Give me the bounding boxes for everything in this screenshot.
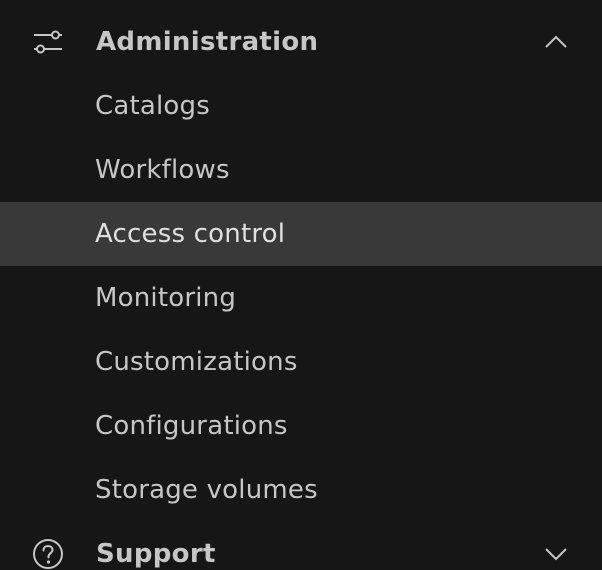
- chevron-up-icon: [544, 30, 568, 54]
- nav-item-customizations[interactable]: Customizations: [0, 330, 602, 394]
- settings-adjust-icon: [32, 26, 64, 58]
- nav-item-label: Access control: [95, 219, 286, 249]
- administration-section-toggle[interactable]: Administration: [0, 10, 602, 74]
- administration-menu: Catalogs Workflows Access control Monito…: [0, 74, 602, 522]
- nav-item-label: Catalogs: [95, 91, 210, 121]
- support-section-toggle[interactable]: Support: [0, 522, 602, 570]
- nav-item-access-control[interactable]: Access control: [0, 202, 602, 266]
- nav-item-label: Storage volumes: [95, 475, 318, 505]
- nav-item-label: Configurations: [95, 411, 288, 441]
- side-nav: Administration Catalogs Workflows Access…: [0, 10, 602, 570]
- nav-item-workflows[interactable]: Workflows: [0, 138, 602, 202]
- chevron-down-icon: [544, 542, 568, 566]
- nav-item-catalogs[interactable]: Catalogs: [0, 74, 602, 138]
- nav-item-configurations[interactable]: Configurations: [0, 394, 602, 458]
- nav-item-label: Monitoring: [95, 283, 237, 313]
- nav-item-storage-volumes[interactable]: Storage volumes: [0, 458, 602, 522]
- administration-title: Administration: [96, 27, 319, 57]
- nav-item-label: Customizations: [95, 347, 298, 377]
- nav-item-monitoring[interactable]: Monitoring: [0, 266, 602, 330]
- nav-item-label: Workflows: [95, 155, 230, 185]
- support-title: Support: [96, 539, 216, 569]
- help-icon: [32, 538, 64, 570]
